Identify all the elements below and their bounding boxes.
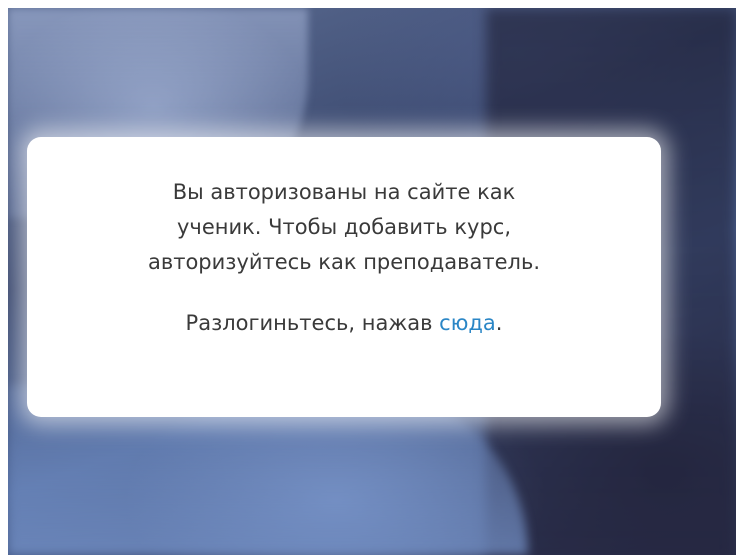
logout-prefix: Разлогиньтесь, нажав [185,311,440,335]
logout-suffix: . [495,311,503,335]
notice-line-1: Вы авторизованы на сайте как [172,180,516,204]
page: Вы авторизованы на сайте как ученик. Что… [0,0,736,555]
notice-message: Вы авторизованы на сайте как ученик. Что… [74,175,614,280]
notice-line-3: авторизуйтесь как преподаватель. [147,250,541,274]
notice-line-2: ученик. Чтобы добавить курс, [176,215,511,239]
logout-link[interactable]: сюда [439,311,496,335]
logout-message: Разлогиньтесь, нажав сюда. [27,306,661,341]
notice-card: Вы авторизованы на сайте как ученик. Что… [27,137,661,417]
